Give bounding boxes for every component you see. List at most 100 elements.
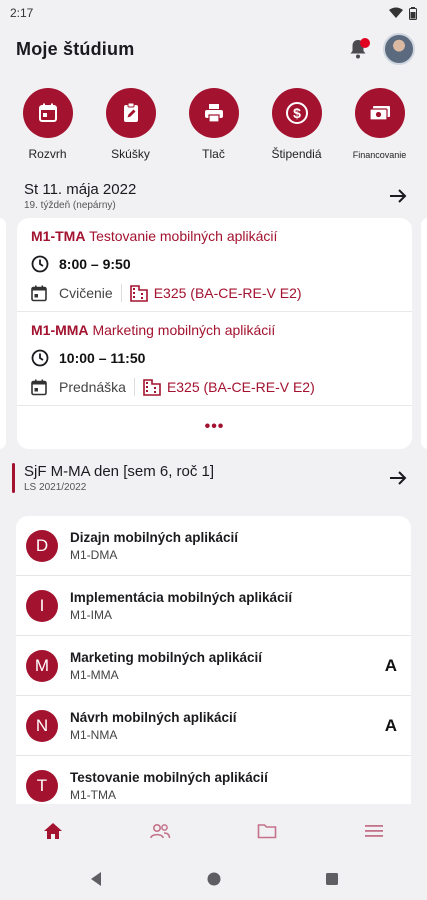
skusky-button[interactable]: Skúšky bbox=[92, 88, 170, 176]
lesson-time: 8:00 – 9:50 bbox=[59, 256, 131, 272]
subject-avatar: I bbox=[26, 589, 58, 622]
menu-icon bbox=[364, 825, 383, 837]
nav-people[interactable] bbox=[120, 811, 200, 851]
study-subtitle: LS 2021/2022 bbox=[24, 482, 87, 493]
building-icon bbox=[143, 378, 161, 396]
qa-label: Skúšky bbox=[111, 147, 150, 161]
day-title: St 11. mája 2022 bbox=[24, 181, 137, 198]
lesson-time-row: 10:00 – 11:50 bbox=[31, 349, 400, 367]
stipendia-button[interactable]: $ Štipendiá bbox=[258, 88, 336, 176]
next-day-card[interactable] bbox=[421, 218, 427, 449]
qa-circle bbox=[354, 88, 405, 138]
tlac-button[interactable]: Tlač bbox=[175, 88, 253, 176]
printer-icon bbox=[204, 104, 223, 123]
subject-name: Implementácia mobilných aplikácií bbox=[70, 589, 293, 605]
study-forward-button[interactable] bbox=[385, 465, 411, 491]
lesson-item[interactable]: M1-MMA Marketing mobilných aplikácií 10:… bbox=[17, 312, 412, 406]
lesson-room: E325 (BA-CE-RE-V E2) bbox=[166, 379, 315, 395]
lesson-title: M1-MMA Marketing mobilných aplikácií bbox=[31, 322, 400, 338]
lesson-info-row: Prednáška E325 (BA-CE-RE-V E2) bbox=[31, 378, 400, 396]
qa-circle bbox=[188, 88, 239, 138]
subject-code: M1-DMA bbox=[70, 547, 118, 562]
subject-name: Marketing mobilných aplikácií bbox=[70, 649, 263, 665]
lesson-room: E325 (BA-CE-RE-V E2) bbox=[153, 285, 302, 301]
home-circle-icon[interactable] bbox=[207, 872, 221, 886]
subject-item[interactable]: T Testovanie mobilných aplikácií M1-TMA bbox=[16, 756, 411, 804]
lesson-item[interactable]: M1-TMA Testovanie mobilných aplikácií 8:… bbox=[17, 218, 412, 312]
accent-bar bbox=[12, 463, 15, 493]
svg-text:$: $ bbox=[293, 105, 301, 121]
day-forward-button[interactable] bbox=[385, 183, 411, 209]
wifi-icon bbox=[389, 7, 403, 18]
lesson-code: M1-TMA bbox=[31, 228, 86, 244]
rozvrh-button[interactable]: Rozvrh bbox=[9, 88, 87, 176]
lesson-name: Testovanie mobilných aplikácií bbox=[89, 228, 278, 244]
qa-label: Štipendiá bbox=[271, 147, 322, 161]
status-icons bbox=[389, 6, 417, 20]
subject-grade: A bbox=[384, 715, 397, 735]
lesson-type: Cvičenie bbox=[59, 285, 113, 301]
lesson-title: M1-TMA Testovanie mobilných aplikácií bbox=[31, 228, 400, 244]
more-icon: ••• bbox=[204, 418, 225, 435]
lesson-type: Prednáška bbox=[59, 379, 126, 395]
subject-grade: A bbox=[384, 655, 397, 675]
event-icon bbox=[31, 285, 47, 301]
subject-name: Testovanie mobilných aplikácií bbox=[70, 769, 268, 785]
nav-home[interactable] bbox=[13, 811, 93, 851]
financovanie-button[interactable]: Financovanie bbox=[341, 88, 419, 176]
avatar[interactable] bbox=[383, 33, 415, 65]
bottom-nav bbox=[0, 804, 427, 858]
prev-day-card[interactable] bbox=[0, 218, 6, 449]
back-icon[interactable] bbox=[89, 871, 103, 887]
notification-badge bbox=[360, 38, 370, 48]
day-subtitle: 19. týždeň (nepárny) bbox=[24, 200, 116, 211]
clipboard-edit-icon bbox=[123, 102, 138, 122]
study-header: SjF M-MA den [sem 6, roč 1] LS 2021/2022 bbox=[0, 455, 427, 501]
subject-avatar: D bbox=[26, 529, 58, 562]
subject-item[interactable]: N Návrh mobilných aplikácií M1-NMA A bbox=[16, 696, 411, 756]
subject-name: Dizajn mobilných aplikácií bbox=[70, 529, 239, 545]
home-icon bbox=[44, 823, 63, 839]
more-lessons-button[interactable]: ••• bbox=[17, 406, 412, 448]
clock-icon bbox=[31, 349, 49, 367]
subject-name: Návrh mobilných aplikácií bbox=[70, 709, 237, 725]
schedule-card: M1-TMA Testovanie mobilných aplikácií 8:… bbox=[17, 218, 412, 449]
calendar-icon bbox=[38, 103, 57, 122]
schedule-carousel[interactable]: M1-TMA Testovanie mobilných aplikácií 8:… bbox=[0, 218, 427, 453]
notifications-button[interactable] bbox=[345, 36, 371, 62]
subject-code: M1-IMA bbox=[70, 607, 112, 622]
subject-code: M1-TMA bbox=[70, 787, 116, 802]
event-icon bbox=[31, 379, 47, 395]
arrow-right-icon bbox=[390, 189, 407, 203]
building-icon bbox=[129, 284, 148, 302]
lesson-time-row: 8:00 – 9:50 bbox=[31, 255, 400, 273]
recents-icon[interactable] bbox=[325, 872, 339, 886]
subject-item[interactable]: I Implementácia mobilných aplikácií M1-IM… bbox=[16, 576, 411, 636]
qa-label: Tlač bbox=[202, 147, 225, 161]
folder-icon bbox=[257, 824, 277, 839]
system-nav bbox=[0, 858, 427, 900]
subject-item[interactable]: M Marketing mobilných aplikácií M1-MMA A bbox=[16, 636, 411, 696]
people-icon bbox=[150, 823, 171, 839]
lesson-name: Marketing mobilných aplikácií bbox=[92, 322, 276, 338]
status-time: 2:17 bbox=[10, 6, 34, 20]
subjects-list: D Dizajn mobilných aplikácií M1-DMA I Imp… bbox=[16, 516, 411, 804]
qa-label: Financovanie bbox=[352, 150, 407, 160]
nav-folder[interactable] bbox=[227, 811, 307, 851]
qa-label: Rozvrh bbox=[28, 147, 67, 161]
money-icon bbox=[368, 106, 390, 121]
study-title: SjF M-MA den [sem 6, roč 1] bbox=[24, 463, 215, 480]
lesson-code: M1-MMA bbox=[31, 322, 89, 338]
arrow-right-icon bbox=[390, 471, 407, 485]
page-title: Moje štúdium bbox=[16, 38, 135, 59]
subject-avatar: M bbox=[26, 649, 58, 682]
dollar-icon: $ bbox=[285, 102, 308, 124]
status-bar: 2:17 bbox=[0, 0, 427, 26]
nav-menu[interactable] bbox=[334, 811, 414, 851]
subject-avatar: T bbox=[26, 769, 58, 802]
subject-code: M1-MMA bbox=[70, 667, 119, 682]
subject-avatar: N bbox=[26, 709, 58, 742]
qa-circle bbox=[105, 88, 156, 138]
subject-item[interactable]: D Dizajn mobilných aplikácií M1-DMA bbox=[16, 516, 411, 576]
app-bar: Moje štúdium bbox=[0, 26, 427, 72]
